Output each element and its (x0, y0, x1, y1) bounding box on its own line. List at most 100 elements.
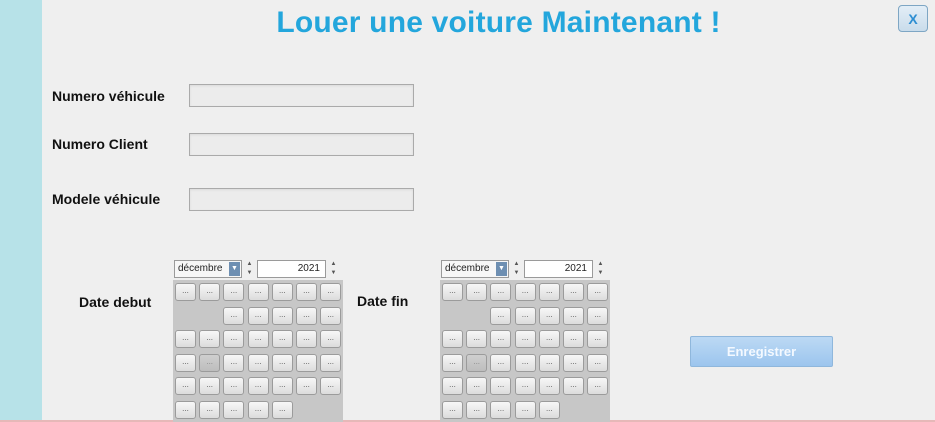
day-button[interactable]: ... (538, 400, 560, 419)
day-button[interactable]: ... (587, 330, 609, 348)
day-button[interactable]: ... (223, 377, 245, 395)
day-button[interactable]: ... (223, 306, 245, 325)
day-button[interactable]: ... (296, 283, 317, 301)
month-spinner-icon[interactable]: ▲ ▼ (246, 260, 253, 278)
day-button[interactable]: ... (247, 377, 269, 395)
day-button[interactable]: ... (175, 330, 196, 348)
day-button[interactable]: ... (320, 283, 342, 301)
day-button[interactable]: ... (199, 283, 221, 301)
day-button[interactable]: ... (271, 283, 293, 301)
day-button[interactable]: ... (320, 353, 342, 372)
side-strip (0, 0, 42, 422)
day-button[interactable]: ... (320, 306, 342, 325)
day-button[interactable]: ... (271, 330, 293, 348)
label-numero-client: Numero Client (52, 136, 148, 152)
day-button[interactable]: ... (466, 377, 488, 395)
day-button[interactable]: ... (247, 283, 269, 301)
day-button[interactable]: ... (538, 353, 560, 372)
day-button[interactable]: ... (538, 377, 560, 395)
day-button[interactable]: ... (442, 377, 463, 395)
day-button[interactable]: ... (296, 377, 317, 395)
day-button[interactable]: ... (271, 377, 293, 395)
day-button[interactable]: ... (271, 306, 293, 325)
month-spinner-icon[interactable]: ▲ ▼ (513, 260, 520, 278)
day-button[interactable]: ... (466, 400, 488, 419)
day-button[interactable]: ... (296, 353, 317, 372)
day-button[interactable]: ... (563, 377, 584, 395)
day-button[interactable]: ... (175, 353, 196, 372)
month-select[interactable]: décembre ▼ (441, 260, 509, 278)
day-button[interactable]: ... (247, 353, 269, 372)
day-button[interactable]: ... (175, 283, 196, 301)
day-button[interactable]: ... (514, 400, 536, 419)
day-button[interactable]: ... (199, 353, 221, 372)
day-button[interactable]: ... (175, 400, 196, 419)
date-fin-calendar: décembre ▼ ▲ ▼ 2021 ▲ ▼ ..................… (440, 258, 610, 422)
day-button[interactable]: ... (587, 306, 609, 325)
label-numero-vehicule: Numero véhicule (52, 88, 165, 104)
day-button[interactable]: ... (490, 400, 512, 419)
day-button[interactable]: ... (199, 330, 221, 348)
day-button[interactable]: ... (320, 330, 342, 348)
day-button[interactable]: ... (563, 306, 584, 325)
numero-client-input[interactable] (189, 133, 414, 156)
numero-vehicule-input[interactable] (189, 84, 414, 107)
chevron-down-icon[interactable]: ▼ (496, 262, 507, 276)
day-button[interactable]: ... (247, 306, 269, 325)
close-button[interactable]: X (898, 5, 928, 32)
day-button[interactable]: ... (175, 377, 196, 395)
day-button[interactable]: ... (199, 400, 221, 419)
day-button[interactable]: ... (587, 283, 609, 301)
day-button[interactable]: ... (587, 353, 609, 372)
day-button[interactable]: ... (563, 353, 584, 372)
day-button[interactable]: ... (538, 283, 560, 301)
day-button[interactable]: ... (442, 353, 463, 372)
month-select[interactable]: décembre ▼ (174, 260, 242, 278)
day-button[interactable]: ... (223, 353, 245, 372)
day-button[interactable]: ... (538, 330, 560, 348)
day-button[interactable]: ... (466, 283, 488, 301)
day-button[interactable]: ... (442, 400, 463, 419)
day-button[interactable]: ... (223, 283, 245, 301)
day-button[interactable]: ... (514, 330, 536, 348)
chevron-down-icon[interactable]: ▼ (229, 262, 240, 276)
year-spinner-icon[interactable]: ▲ ▼ (597, 260, 604, 278)
day-button[interactable]: ... (490, 353, 512, 372)
day-grid: ........................................… (173, 280, 343, 422)
day-button[interactable]: ... (514, 283, 536, 301)
year-field[interactable]: 2021 (257, 260, 326, 278)
day-button[interactable]: ... (442, 283, 463, 301)
day-button[interactable]: ... (247, 330, 269, 348)
day-button[interactable]: ... (514, 377, 536, 395)
day-button[interactable]: ... (466, 330, 488, 348)
day-button[interactable]: ... (296, 306, 317, 325)
day-button[interactable]: ... (563, 330, 584, 348)
day-button[interactable]: ... (223, 400, 245, 419)
day-button[interactable]: ... (490, 306, 512, 325)
day-button[interactable]: ... (538, 306, 560, 325)
year-field[interactable]: 2021 (524, 260, 593, 278)
month-value: décembre (445, 263, 490, 274)
day-button[interactable]: ... (587, 377, 609, 395)
day-button[interactable]: ... (247, 400, 269, 419)
day-button[interactable]: ... (320, 377, 342, 395)
day-button[interactable]: ... (271, 353, 293, 372)
day-button[interactable]: ... (199, 377, 221, 395)
save-button[interactable]: Enregistrer (690, 336, 833, 367)
day-button[interactable]: ... (466, 353, 488, 372)
day-button[interactable]: ... (490, 330, 512, 348)
year-spinner-icon[interactable]: ▲ ▼ (330, 260, 337, 278)
calendar-header: décembre ▼ ▲ ▼ 2021 ▲ ▼ (173, 258, 343, 280)
date-debut-calendar: décembre ▼ ▲ ▼ 2021 ▲ ▼ ..................… (173, 258, 343, 422)
day-button[interactable]: ... (490, 377, 512, 395)
day-button[interactable]: ... (514, 353, 536, 372)
day-button[interactable]: ... (442, 330, 463, 348)
day-grid: ........................................… (440, 280, 610, 422)
day-button[interactable]: ... (296, 330, 317, 348)
day-button[interactable]: ... (490, 283, 512, 301)
day-button[interactable]: ... (223, 330, 245, 348)
day-button[interactable]: ... (271, 400, 293, 419)
day-button[interactable]: ... (514, 306, 536, 325)
day-button[interactable]: ... (563, 283, 584, 301)
modele-vehicule-input[interactable] (189, 188, 414, 211)
